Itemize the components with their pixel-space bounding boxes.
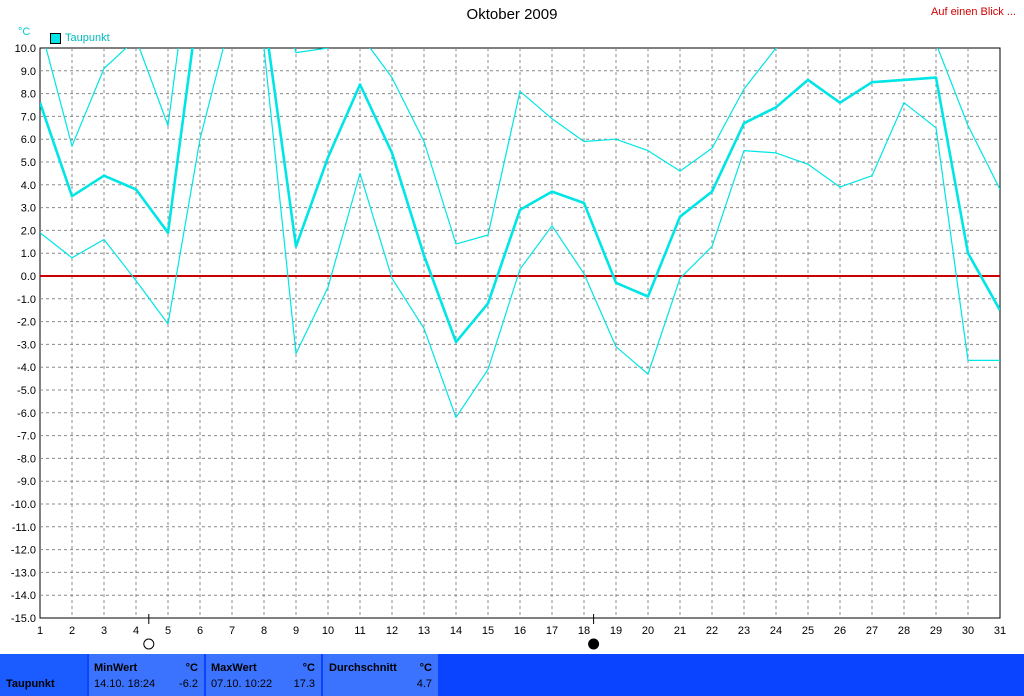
- y-tick-label: 9.0: [21, 66, 36, 78]
- y-tick-label: -12.0: [11, 545, 36, 557]
- stats-row-label-cell: Taupunkt: [0, 654, 87, 696]
- x-tick-label: 19: [610, 625, 622, 637]
- min-header: MinWert: [94, 662, 138, 674]
- x-tick-label: 28: [898, 625, 910, 637]
- y-tick-label: -3.0: [17, 339, 36, 351]
- y-tick-label: 6.0: [21, 134, 36, 146]
- max-unit: °C: [302, 662, 315, 674]
- y-tick-label: -13.0: [11, 567, 36, 579]
- y-tick-label: -15.0: [11, 613, 36, 625]
- x-tick-label: 17: [546, 625, 558, 637]
- x-tick-label: 10: [322, 625, 334, 637]
- x-tick-label: 6: [197, 625, 203, 637]
- x-tick-label: 18: [578, 625, 590, 637]
- x-tick-label: 7: [229, 625, 235, 637]
- x-tick-label: 20: [642, 625, 654, 637]
- max-cell: MaxWert °C 07.10. 10:22 17.3: [206, 654, 321, 696]
- x-tick-label: 11: [354, 625, 365, 637]
- y-tick-label: 3.0: [21, 203, 36, 215]
- x-tick-label: 26: [834, 625, 846, 637]
- avg-unit: °C: [419, 662, 432, 674]
- avg-cell: Durchschnitt °C 4.7: [323, 654, 438, 696]
- dewpoint-chart: 10.0 9.0 8.0 7.0 6.0 5.0 4.0 3.0 2.0 1.0 0.0 -1.0 -2…: [11, 43, 1006, 650]
- y-tick-label: -14.0: [11, 590, 36, 602]
- min-value: -6.2: [179, 678, 198, 690]
- x-tick-label: 30: [962, 625, 974, 637]
- y-tick-label: -8.0: [17, 453, 36, 465]
- y-tick-label: 7.0: [21, 111, 36, 123]
- avg-header: Durchschnitt: [329, 662, 397, 674]
- max-value: 17.3: [293, 678, 315, 690]
- full-moon-icon: [143, 638, 155, 650]
- x-tick-label: 3: [101, 625, 107, 637]
- x-tick-label: 12: [386, 625, 398, 637]
- y-tick-label: -5.0: [17, 385, 36, 397]
- y-tick-label: -9.0: [17, 476, 36, 488]
- y-tick-label: -1.0: [17, 294, 36, 306]
- moon-markers: [143, 614, 600, 650]
- x-tick-label: 13: [418, 625, 430, 637]
- x-tick-label: 8: [261, 625, 267, 637]
- y-tick-label: -11.0: [12, 522, 36, 534]
- y-tick-label: -10.0: [11, 499, 36, 511]
- y-tick-label: 5.0: [21, 157, 36, 169]
- y-tick-label: 10.0: [15, 43, 36, 55]
- x-tick-label: 31: [994, 625, 1006, 637]
- x-tick-label: 4: [133, 625, 139, 637]
- stats-row-label: Taupunkt: [6, 678, 55, 690]
- max-time: 07.10. 10:22: [211, 678, 273, 690]
- y-tick-label: -7.0: [17, 431, 36, 443]
- statistics-bar: Taupunkt MinWert °C 14.10. 18:24 -6.2 Ma…: [0, 654, 1024, 696]
- grid: [39, 47, 1001, 619]
- x-tick-label: 16: [514, 625, 526, 637]
- min-cell: MinWert °C 14.10. 18:24 -6.2: [89, 654, 204, 696]
- x-tick-label: 24: [770, 625, 782, 637]
- max-header: MaxWert: [211, 662, 257, 674]
- x-tick-label: 27: [866, 625, 878, 637]
- x-tick-label: 21: [674, 625, 686, 637]
- x-tick-label: 25: [802, 625, 814, 637]
- y-tick-label: 1.0: [21, 248, 36, 260]
- x-tick-label: 14: [450, 625, 462, 637]
- y-tick-label: 0.0: [21, 271, 36, 283]
- x-tick-label: 9: [293, 625, 299, 637]
- new-moon-icon: [588, 638, 600, 650]
- y-tick-label: -2.0: [17, 317, 36, 329]
- x-tick-label: 15: [482, 625, 494, 637]
- y-tick-label: 2.0: [21, 225, 36, 237]
- y-tick-label: 8.0: [21, 89, 36, 101]
- y-tick-label: -4.0: [17, 362, 36, 374]
- min-time: 14.10. 18:24: [94, 678, 156, 690]
- x-tick-label: 23: [738, 625, 750, 637]
- x-tick-label: 29: [930, 625, 942, 637]
- x-tick-label: 2: [69, 625, 75, 637]
- x-tick-label: 1: [37, 625, 43, 637]
- avg-value: 4.7: [416, 678, 432, 690]
- min-unit: °C: [185, 662, 198, 674]
- y-tick-label: 4.0: [21, 180, 36, 192]
- y-tick-label: -6.0: [17, 408, 36, 420]
- x-tick-label: 5: [165, 625, 171, 637]
- x-tick-label: 22: [706, 625, 718, 637]
